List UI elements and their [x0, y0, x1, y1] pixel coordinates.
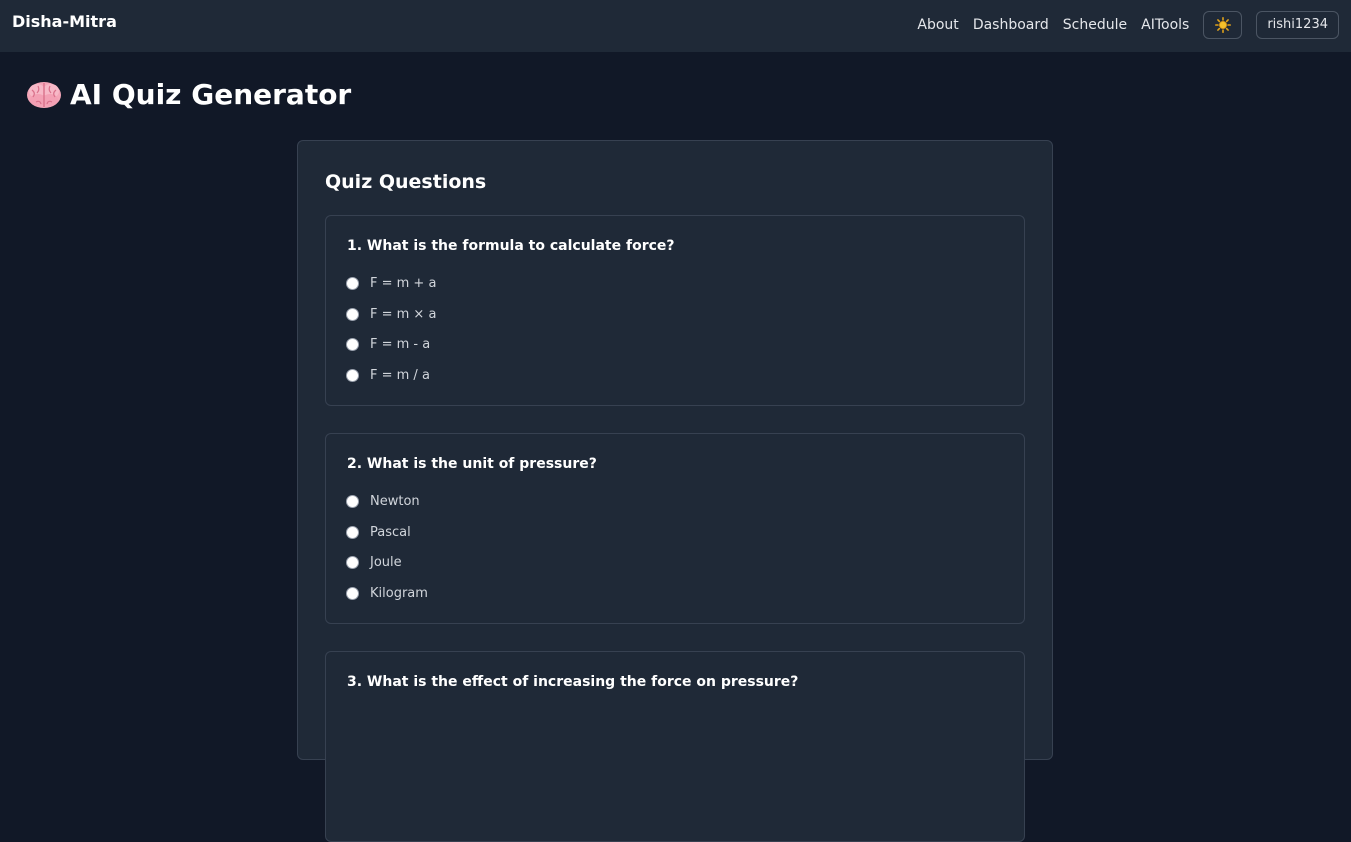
radio-button[interactable]: [346, 276, 359, 290]
option-label: Kilogram: [370, 585, 428, 601]
answer-option[interactable]: Joule: [346, 552, 402, 572]
theme-toggle-button[interactable]: [1203, 10, 1243, 39]
user-menu-button[interactable]: rishi1234: [1256, 10, 1339, 39]
radio-button[interactable]: [346, 555, 359, 569]
nav-links: About Dashboard Schedule AITools rishi12…: [917, 10, 1339, 39]
answer-option[interactable]: F = m + a: [346, 273, 436, 293]
page-title: AI Quiz Generator: [26, 78, 351, 111]
navbar: Disha-Mitra About Dashboard Schedule AIT…: [0, 0, 1351, 52]
answer-option[interactable]: F = m / a: [346, 365, 430, 385]
answer-option[interactable]: Kilogram: [346, 583, 428, 603]
nav-link-about[interactable]: About: [917, 17, 958, 33]
brain-icon: [26, 80, 62, 110]
radio-button[interactable]: [346, 368, 359, 382]
option-label: F = m + a: [370, 275, 437, 291]
option-label: Joule: [370, 554, 402, 570]
page-title-text: AI Quiz Generator: [70, 78, 352, 111]
sun-icon: [1214, 16, 1231, 33]
nav-link-dashboard[interactable]: Dashboard: [973, 17, 1049, 33]
question-text: 3. What is the effect of increasing the …: [347, 674, 799, 690]
answer-option[interactable]: Newton: [346, 491, 420, 511]
radio-button[interactable]: [346, 307, 359, 321]
option-label: F = m / a: [370, 367, 430, 383]
option-label: Newton: [370, 493, 420, 509]
question-card: 1. What is the formula to calculate forc…: [325, 215, 1025, 406]
radio-button[interactable]: [346, 586, 359, 600]
question-card: 2. What is the unit of pressure? Newton …: [325, 433, 1025, 624]
option-label: F = m × a: [370, 306, 437, 322]
nav-link-schedule[interactable]: Schedule: [1063, 17, 1127, 33]
question-card: 3. What is the effect of increasing the …: [325, 651, 1025, 842]
radio-button[interactable]: [346, 337, 359, 351]
option-label: F = m - a: [370, 336, 431, 352]
answer-option[interactable]: Pascal: [346, 522, 411, 542]
option-label: Pascal: [370, 524, 411, 540]
quiz-heading: Quiz Questions: [325, 171, 487, 193]
quiz-card: Quiz Questions 1. What is the formula to…: [297, 140, 1053, 842]
radio-button[interactable]: [346, 494, 359, 508]
brand-logo[interactable]: Disha-Mitra: [12, 12, 117, 31]
question-text: 2. What is the unit of pressure?: [347, 456, 597, 472]
nav-link-aitools[interactable]: AITools: [1141, 17, 1189, 33]
answer-option[interactable]: F = m - a: [346, 334, 430, 354]
radio-button[interactable]: [346, 525, 359, 539]
answer-option[interactable]: F = m × a: [346, 304, 436, 324]
question-text: 1. What is the formula to calculate forc…: [347, 238, 675, 254]
